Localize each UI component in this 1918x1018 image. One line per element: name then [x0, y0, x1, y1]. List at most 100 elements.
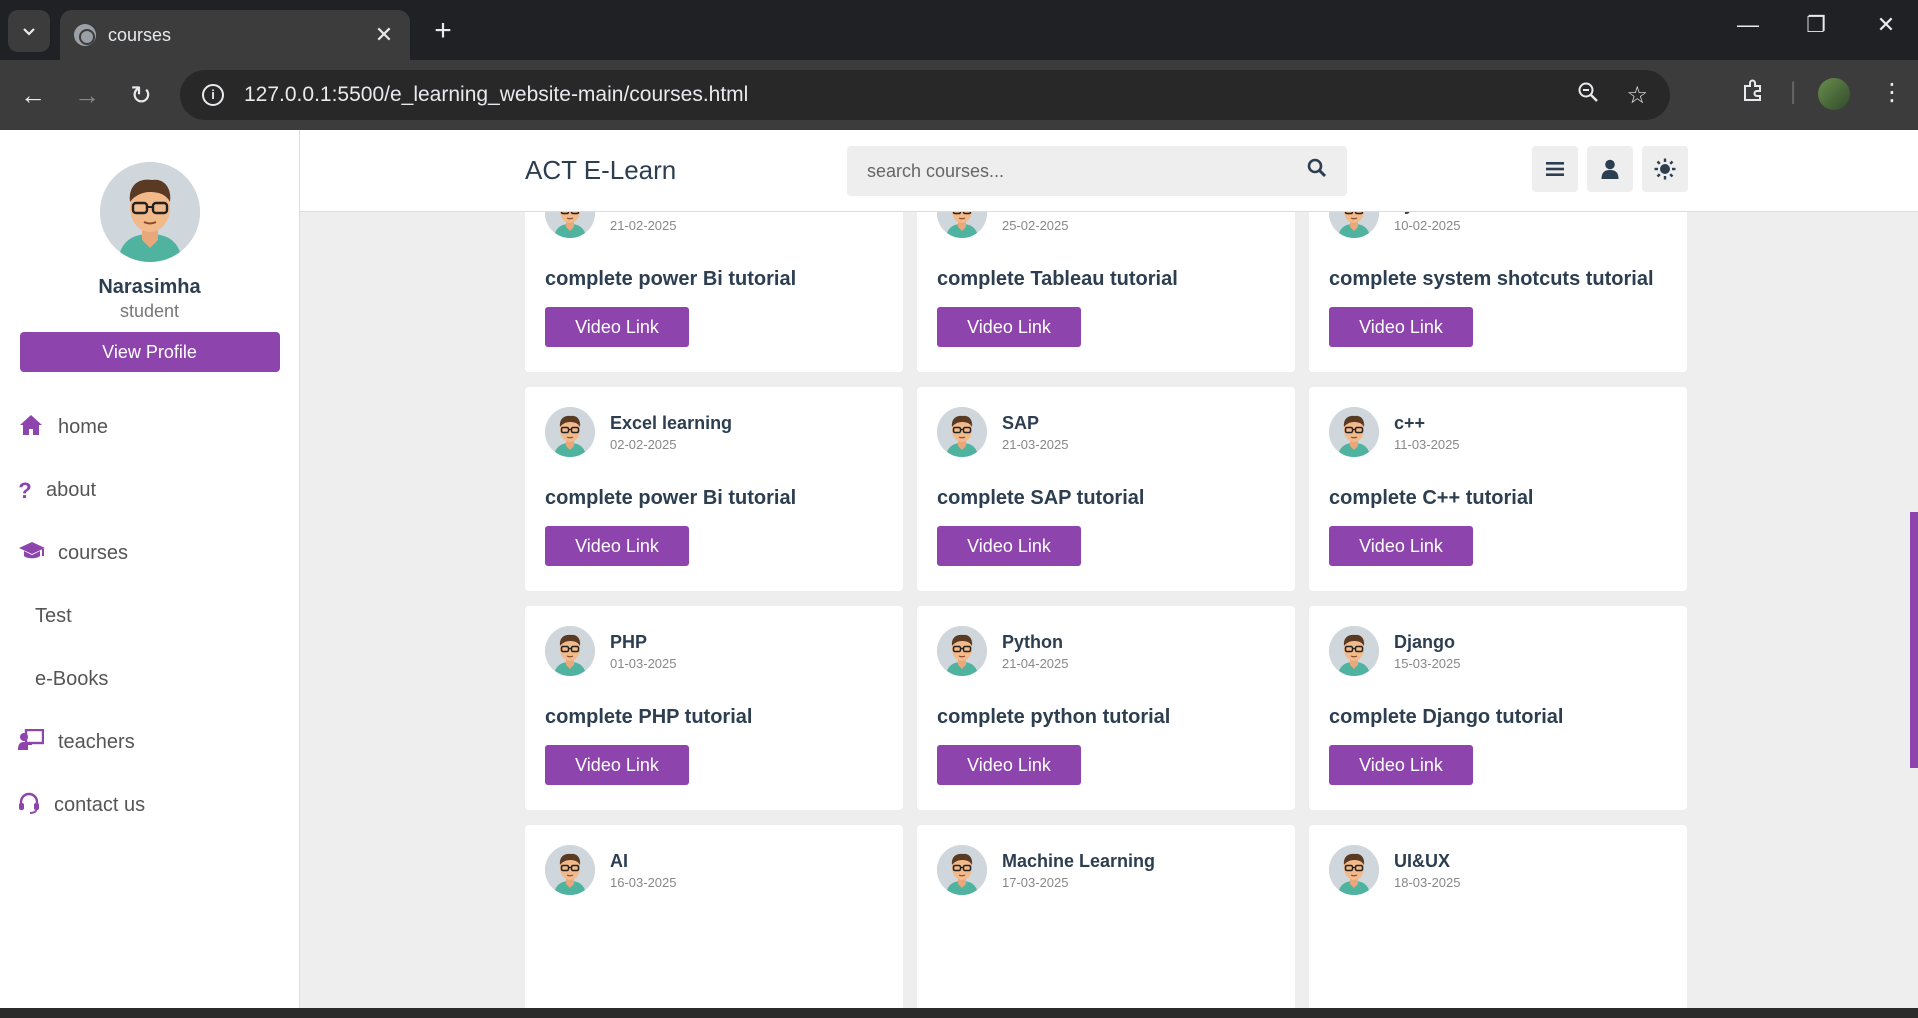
chevron-down-icon	[23, 28, 35, 36]
search-form	[847, 146, 1347, 196]
browser-tab[interactable]: courses ✕	[60, 10, 410, 60]
tutor-avatar[interactable]	[1329, 626, 1379, 676]
course-description: complete PHP tutorial	[545, 706, 753, 728]
course-date: 21-03-2025	[1002, 436, 1069, 452]
video-link-button[interactable]: Video Link	[545, 526, 689, 566]
browser-toolbar: ← → ↻ i 127.0.0.1:5500/e_learning_websit…	[0, 60, 1918, 130]
course-card-header: PHP 01-03-2025	[545, 626, 883, 676]
course-card-header: Python 21-04-2025	[937, 626, 1275, 676]
course-card-header: UI&UX 18-03-2025	[1329, 845, 1667, 895]
sidebar: Narasimha student View Profile home ? ab…	[0, 130, 300, 1010]
tutor-avatar[interactable]	[1329, 407, 1379, 457]
video-link-button[interactable]: Video Link	[1329, 307, 1473, 347]
course-description: complete C++ tutorial	[1329, 487, 1534, 509]
course-card: SAP 21-03-2025 complete SAP tutorial Video …	[917, 387, 1295, 591]
course-card-header: Machine Learning 17-03-2025	[937, 845, 1275, 895]
tutor-avatar[interactable]	[545, 407, 595, 457]
course-title: Excel learning	[610, 412, 733, 433]
url-text[interactable]: 127.0.0.1:5500/e_learning_website-main/c…	[244, 83, 1550, 107]
course-date: 01-03-2025	[610, 655, 677, 671]
search-input[interactable]	[867, 160, 1307, 182]
video-link-button[interactable]: Video Link	[545, 307, 689, 347]
sidebar-item-ebooks[interactable]: e-Books	[0, 648, 299, 711]
question-icon: ?	[18, 477, 32, 503]
course-description: complete system shotcuts tutorial	[1329, 268, 1654, 290]
forward-icon[interactable]: →	[70, 78, 104, 112]
course-description: complete Django tutorial	[1329, 706, 1564, 728]
course-card-header: Excel learning 02-02-2025	[545, 407, 883, 457]
browser-tab-bar: courses ✕ + — ❐ ✕	[0, 0, 1918, 60]
chalkboard-teacher-icon	[18, 728, 45, 757]
user-button[interactable]	[1587, 146, 1633, 192]
bookmark-star-icon[interactable]: ☆	[1626, 81, 1648, 110]
course-card: PHP 01-03-2025 complete PHP tutorial Video …	[525, 606, 903, 810]
taskbar-edge	[0, 1008, 1918, 1018]
sidebar-nav: home ? about courses Test e-Books teache…	[0, 396, 299, 837]
menu-kebab-icon[interactable]: ⋮	[1880, 78, 1904, 107]
extensions-icon[interactable]	[1740, 78, 1766, 111]
tutor-avatar[interactable]	[1329, 845, 1379, 895]
sidebar-item-about[interactable]: ? about	[0, 459, 299, 522]
course-card: Excel learning 02-02-2025 complete power B…	[525, 387, 903, 591]
page: PowerBi21-02-2025complete power Bi tutor…	[0, 130, 1918, 1010]
video-link-button[interactable]: Video Link	[937, 745, 1081, 785]
address-bar[interactable]: i 127.0.0.1:5500/e_learning_website-main…	[180, 70, 1670, 120]
search-icon[interactable]	[1307, 158, 1327, 184]
course-description: complete Tableau tutorial	[937, 268, 1178, 290]
video-link-button[interactable]: Video Link	[937, 307, 1081, 347]
tab-search-button[interactable]	[8, 10, 50, 52]
sidebar-item-courses[interactable]: courses	[0, 522, 299, 585]
avatar[interactable]	[99, 162, 200, 262]
url-path: :5500/e_learning_website-main/courses.ht…	[331, 83, 749, 106]
tab-title: courses	[108, 24, 172, 45]
graduation-cap-icon	[18, 541, 45, 567]
sidebar-item-label: home	[58, 416, 109, 438]
sidebar-item-teachers[interactable]: teachers	[0, 711, 299, 774]
close-window-icon[interactable]: ✕	[1866, 12, 1906, 38]
course-card: c++ 11-03-2025 complete C++ tutorial Video …	[1309, 387, 1687, 591]
sidebar-item-home[interactable]: home	[0, 396, 299, 459]
course-date: 17-03-2025	[1002, 874, 1069, 890]
profile-role: student	[119, 301, 180, 321]
theme-toggle-button[interactable]	[1642, 146, 1688, 192]
course-date: 16-03-2025	[610, 874, 677, 890]
menu-button[interactable]	[1532, 146, 1578, 192]
headset-icon	[18, 792, 40, 820]
video-link-button[interactable]: Video Link	[1329, 526, 1473, 566]
zoom-icon[interactable]	[1576, 80, 1600, 111]
course-title: Machine Learning	[1002, 850, 1156, 871]
sidebar-item-label: teachers	[58, 731, 135, 753]
globe-icon	[74, 24, 96, 46]
view-profile-button[interactable]: View Profile	[19, 332, 280, 372]
course-title: AI	[610, 850, 628, 871]
reload-icon[interactable]: ↻	[124, 78, 158, 112]
tutor-avatar[interactable]	[545, 626, 595, 676]
course-title: c++	[1394, 412, 1426, 433]
back-icon[interactable]: ←	[16, 78, 50, 112]
course-description: complete power Bi tutorial	[545, 487, 797, 509]
tutor-avatar[interactable]	[937, 407, 987, 457]
site-logo[interactable]: ACT E-Learn	[525, 155, 676, 186]
scrollbar-thumb[interactable]	[1910, 512, 1918, 768]
tutor-avatar[interactable]	[937, 626, 987, 676]
new-tab-button[interactable]: +	[425, 14, 461, 50]
restore-icon[interactable]: ❐	[1796, 12, 1836, 38]
tutor-avatar[interactable]	[545, 845, 595, 895]
video-link-button[interactable]: Video Link	[1329, 745, 1473, 785]
close-tab-icon[interactable]: ✕	[372, 22, 396, 48]
course-title: UI&UX	[1394, 850, 1451, 871]
tutor-avatar[interactable]	[937, 845, 987, 895]
course-date: 10-02-2025	[1394, 217, 1461, 233]
course-date: 21-02-2025	[610, 217, 677, 233]
course-title: Django	[1394, 631, 1455, 652]
course-date: 02-02-2025	[610, 436, 677, 452]
video-link-button[interactable]: Video Link	[937, 526, 1081, 566]
site-info-icon[interactable]: i	[202, 84, 224, 106]
video-link-button[interactable]: Video Link	[545, 745, 689, 785]
sidebar-item-test[interactable]: Test	[0, 585, 299, 648]
course-card: Machine Learning 17-03-2025	[917, 825, 1295, 1010]
sidebar-item-contact[interactable]: contact us	[0, 774, 299, 837]
minimize-icon[interactable]: —	[1728, 12, 1768, 38]
browser-profile-avatar[interactable]	[1818, 78, 1850, 110]
sidebar-item-label: e-Books	[35, 668, 109, 690]
